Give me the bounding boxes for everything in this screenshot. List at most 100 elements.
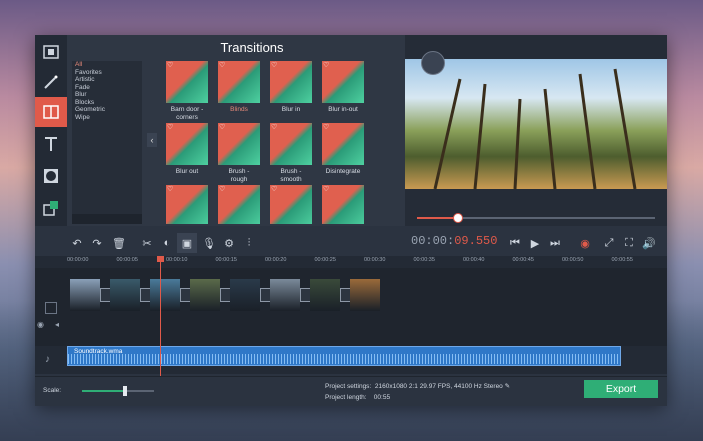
previous-icon[interactable]: ⏮ — [505, 233, 525, 253]
transition-tile[interactable]: ♡ Disintegrate — [313, 123, 373, 176]
video-clip[interactable] — [310, 279, 340, 311]
transition-thumbnail: ♡ — [322, 123, 364, 165]
heart-icon[interactable]: ♡ — [323, 61, 329, 69]
film-icon — [43, 45, 59, 59]
transition-tile[interactable]: ♡ — [313, 185, 373, 224]
heart-icon[interactable]: ♡ — [219, 185, 225, 193]
redo-icon[interactable]: ↷ — [87, 233, 107, 253]
collapse-arrow-icon[interactable]: ‹ — [147, 133, 157, 147]
ruler-tick-label: 00:00:40 — [463, 257, 485, 263]
text-icon — [45, 137, 57, 151]
audio-clip[interactable]: Soundtrack.wma — [67, 346, 621, 366]
video-clip[interactable] — [350, 279, 380, 311]
stickers-tool[interactable] — [35, 161, 67, 191]
preview-seekbar[interactable] — [417, 213, 655, 223]
heart-icon[interactable]: ♡ — [219, 61, 225, 69]
audio-waveform — [68, 354, 620, 364]
category-item[interactable]: Blur — [72, 91, 142, 99]
color-adjust-icon[interactable]: ◐ — [157, 233, 177, 253]
heart-icon[interactable]: ♡ — [271, 123, 277, 131]
category-item[interactable]: Blocks — [72, 99, 142, 107]
detach-icon[interactable]: ⤢ — [599, 233, 619, 253]
track-toggle[interactable] — [45, 302, 57, 314]
transition-tile[interactable]: ♡ — [261, 185, 321, 224]
export-button[interactable]: Export — [584, 380, 658, 398]
heart-icon[interactable]: ♡ — [323, 123, 329, 131]
undo-icon[interactable]: ↶ — [67, 233, 87, 253]
category-item[interactable]: All — [72, 61, 142, 69]
video-clip[interactable] — [190, 279, 220, 311]
preview-video — [405, 59, 667, 189]
filters-tool[interactable] — [35, 67, 67, 97]
heart-icon[interactable]: ♡ — [167, 61, 173, 69]
audio-track: ♪ Soundtrack.wma — [35, 346, 667, 374]
gear-icon[interactable]: ⚙ — [219, 233, 239, 253]
transition-label: Blur in-out — [328, 106, 358, 113]
heart-icon[interactable]: ♡ — [271, 61, 277, 69]
snapshot-icon[interactable]: ◉ — [575, 233, 595, 253]
transition-thumbnail: ♡ — [270, 123, 312, 165]
transitions-icon — [43, 105, 59, 119]
tools-sidebar — [35, 35, 67, 226]
transition-tile[interactable]: ♡ Brush - rough — [209, 123, 269, 184]
equalizer-icon[interactable]: ⫶ — [239, 233, 259, 253]
next-icon[interactable]: ⏭ — [545, 233, 565, 253]
more-tools[interactable] — [35, 193, 67, 223]
video-clip[interactable] — [70, 279, 100, 311]
category-item[interactable]: Favorites — [72, 69, 142, 77]
transition-tile[interactable]: ♡ — [157, 185, 217, 224]
vignette-icon — [44, 169, 58, 183]
fullscreen-icon[interactable]: ⛶ — [619, 233, 639, 253]
transitions-tool[interactable] — [35, 97, 67, 127]
titles-tool[interactable] — [35, 129, 67, 159]
heart-icon[interactable]: ♡ — [167, 123, 173, 131]
heart-icon[interactable]: ♡ — [271, 185, 277, 193]
category-item[interactable]: Wipe — [72, 114, 142, 122]
pencil-icon[interactable]: ✎ — [505, 383, 510, 390]
scale-slider[interactable] — [82, 386, 154, 396]
category-item[interactable]: Geometric — [72, 106, 142, 114]
category-item[interactable]: Artistic — [72, 76, 142, 84]
video-clip[interactable] — [150, 279, 180, 311]
transition-tile[interactable]: ♡ Blur in — [261, 61, 321, 114]
ruler-tick-label: 00:00:50 — [562, 257, 584, 263]
transition-thumbnail: ♡ — [166, 61, 208, 103]
heart-icon[interactable]: ♡ — [219, 123, 225, 131]
media-tool[interactable] — [35, 37, 67, 67]
pan-control[interactable] — [421, 51, 445, 75]
volume-icon[interactable]: 🔊 — [639, 233, 659, 253]
cut-icon[interactable]: ✂ — [137, 233, 157, 253]
transition-thumbnail: ♡ — [322, 185, 364, 224]
transition-thumbnail: ♡ — [218, 185, 260, 224]
timecode: 00:00:09.550 — [411, 234, 498, 248]
image-icon[interactable]: ▣ — [177, 233, 197, 253]
transition-tile[interactable]: ♡ Barn door - corners — [157, 61, 217, 122]
category-item[interactable]: Fade — [72, 84, 142, 92]
seek-knob[interactable] — [453, 213, 464, 223]
transition-thumbnail: ♡ — [322, 61, 364, 103]
forest-image — [433, 68, 637, 189]
video-clip[interactable] — [110, 279, 140, 311]
video-clip[interactable] — [270, 279, 300, 311]
delete-icon[interactable]: 🗑 — [109, 233, 129, 253]
timeline-ruler[interactable]: 00:00:00 00:00:05 00:00:10 00:00:15 00:00:20… — [35, 256, 667, 268]
scale-knob[interactable] — [123, 386, 128, 396]
video-clip[interactable] — [230, 279, 260, 311]
transition-tile[interactable]: ♡ Blur out — [157, 123, 217, 176]
heart-icon[interactable]: ♡ — [323, 185, 329, 193]
microphone-icon[interactable]: 🎙 — [199, 233, 219, 253]
category-search-input[interactable] — [72, 214, 142, 224]
transition-tile[interactable]: ♡ Blinds — [209, 61, 269, 114]
export-share-icon — [43, 201, 58, 216]
playhead[interactable] — [160, 256, 161, 377]
panel-title: Transitions — [220, 40, 284, 55]
transition-thumbnail: ♡ — [218, 123, 260, 165]
transition-tile[interactable]: ♡ — [209, 185, 269, 224]
play-icon[interactable]: ▶ — [525, 233, 545, 253]
eye-icon[interactable]: ◉ — [37, 320, 44, 329]
transitions-panel: Transitions All Favorites Artistic Fade Blur… — [67, 35, 437, 226]
mute-icon[interactable]: ◂ — [55, 320, 59, 329]
heart-icon[interactable]: ♡ — [167, 185, 173, 193]
transition-tile[interactable]: ♡ Blur in-out — [313, 61, 373, 114]
transition-tile[interactable]: ♡ Brush - smooth — [261, 123, 321, 184]
